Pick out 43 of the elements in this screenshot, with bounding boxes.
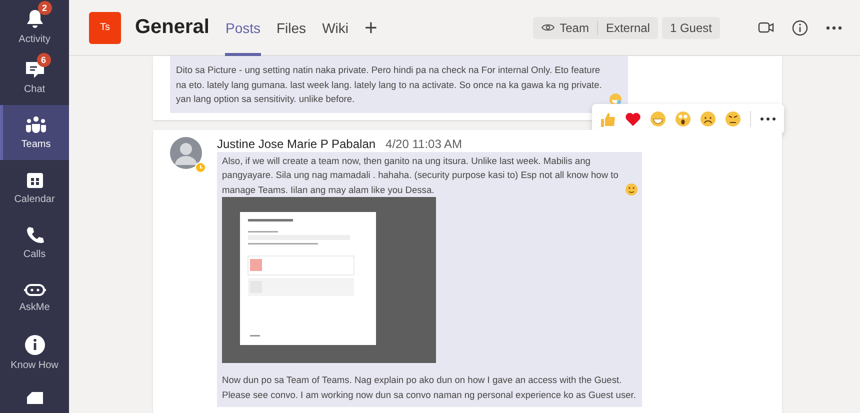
- pill-label: Team: [560, 20, 589, 34]
- people-icon: [25, 116, 47, 134]
- bot-icon: [24, 282, 46, 296]
- pill-label: External: [606, 20, 650, 34]
- notification-badge: 2: [38, 1, 52, 15]
- add-tab-button[interactable]: +: [364, 14, 378, 40]
- video-camera-icon[interactable]: [758, 21, 774, 34]
- info-icon: [24, 334, 44, 354]
- thumbs-up-icon[interactable]: [600, 112, 616, 126]
- smiling-emoji-icon: [625, 183, 638, 196]
- message-text: Dito sa Picture - ung setting natin naka private. Pero hindi pa na check na For internal Only. Eto feature na eto. lately lang gumana. last week lang. lately lang to na activate. So once na ka gawa ka ng private. yan lang option sa sensitivity. unlike before.: [176, 64, 603, 106]
- channel-title: General: [135, 16, 210, 39]
- rail-item[interactable]: Know How: [0, 325, 69, 380]
- avatar-silhouette-icon: [170, 136, 202, 168]
- rail-item[interactable]: Teams: [0, 105, 69, 160]
- sad-face-icon[interactable]: [700, 111, 716, 127]
- eye-icon: [540, 23, 555, 32]
- file-icon: [26, 392, 42, 404]
- phone-icon: [26, 226, 44, 244]
- more-options-icon[interactable]: [826, 26, 842, 30]
- heart-icon[interactable]: [625, 112, 641, 126]
- team-avatar: Ts: [89, 12, 121, 44]
- angry-face-icon[interactable]: [725, 111, 741, 127]
- rail-item[interactable]: Calendar: [0, 160, 69, 215]
- tab[interactable]: Files: [276, 0, 306, 56]
- calendar-icon: [26, 170, 44, 188]
- rail-item[interactable]: 2 Activity: [0, 0, 69, 50]
- message-text: Also, if we will create a team now, then ganito na ung itsura. Unlike last week. Mabilis ang pangyayare. Sila ung nag mamadali . hahaha. (security purpose kasi to) Esp not all know how to manage Teams. Iilan ang may alam like you Dessa.: [222, 154, 620, 197]
- rail-item[interactable]: 6 Chat: [0, 50, 69, 105]
- rail-item[interactable]: AskMe: [0, 270, 69, 325]
- notification-badge: 6: [36, 52, 50, 66]
- more-options-icon[interactable]: [760, 117, 776, 121]
- tab[interactable]: Wiki: [322, 0, 348, 56]
- bell-icon: [26, 9, 44, 29]
- author-name: Justine Jose Marie P Pabalan: [217, 136, 376, 150]
- surprised-face-icon[interactable]: [675, 111, 691, 127]
- grinning-face-icon[interactable]: [650, 111, 666, 127]
- info-icon[interactable]: [792, 20, 808, 36]
- message-text: Now dun po sa Team of Teams. Nag explain po ako dun on how I gave an access with the Guest. Please see convo. I am working now dun sa convo naman ng personal experience ko as Guest user.: [222, 375, 636, 400]
- rail-item[interactable]: Calls: [0, 215, 69, 270]
- clock-status-icon: [195, 162, 206, 172]
- message-timestamp: 4/20 11:03 AM: [386, 136, 462, 150]
- guest-count-button[interactable]: 1 Guest: [662, 16, 720, 38]
